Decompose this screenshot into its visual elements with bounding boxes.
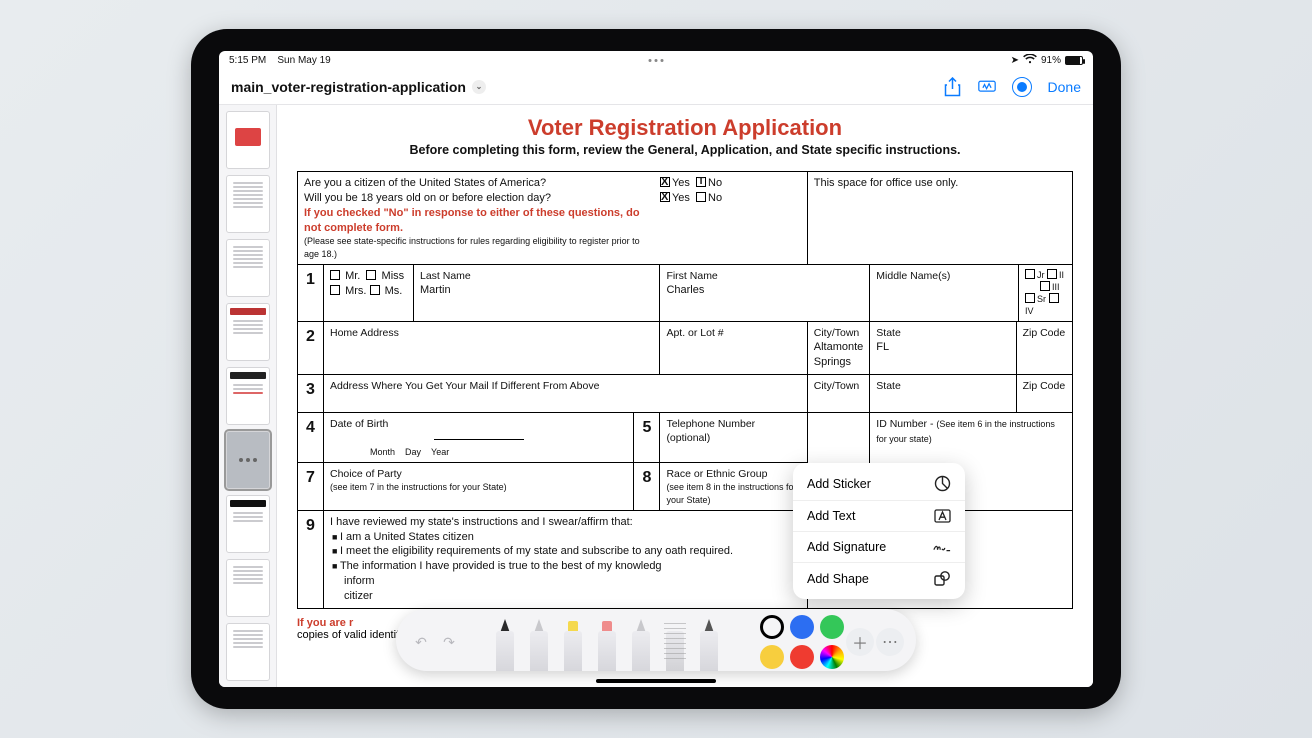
share-icon[interactable] xyxy=(944,78,962,96)
status-date: Sun May 19 xyxy=(277,55,330,66)
highlighter-tool[interactable] xyxy=(559,613,587,671)
row-2: 2 xyxy=(298,322,324,375)
office-use: This space for office use only. xyxy=(814,177,959,189)
last-name-lbl: Last Name xyxy=(420,269,653,283)
add-button[interactable]: ＋ xyxy=(846,628,874,656)
status-left: 5:15 PM Sun May 19 xyxy=(229,55,331,66)
add-signature-item[interactable]: Add Signature xyxy=(793,531,965,562)
ruler-tool[interactable] xyxy=(661,613,689,671)
thumbnail-4[interactable] xyxy=(226,303,270,361)
state-val[interactable]: FL xyxy=(876,340,1009,355)
thumbnail-5[interactable] xyxy=(226,367,270,425)
age-yes-check[interactable] xyxy=(660,192,670,202)
document-canvas[interactable]: Voter Registration Application Before co… xyxy=(277,105,1093,687)
last-name-val[interactable]: Martin xyxy=(420,283,653,298)
row-8: 8 xyxy=(634,463,660,510)
done-button[interactable]: Done xyxy=(1048,79,1081,95)
form-subtitle: Before completing this form, review the … xyxy=(297,143,1073,157)
thumbnail-1[interactable] xyxy=(226,111,270,169)
thumbnail-6-selected[interactable] xyxy=(226,431,270,489)
battery-icon xyxy=(1065,56,1083,65)
age-no-check[interactable] xyxy=(696,192,706,202)
thumbnail-8[interactable] xyxy=(226,559,270,617)
lasso-tool[interactable] xyxy=(627,613,655,671)
drawing-tools xyxy=(464,613,750,671)
location-icon: ➤ xyxy=(1011,55,1019,66)
markup-icon[interactable] xyxy=(978,78,996,96)
document-title[interactable]: main_voter-registration-application xyxy=(231,79,466,95)
status-time: 5:15 PM xyxy=(229,55,266,66)
row-3: 3 xyxy=(298,375,324,413)
ipad-screen: 5:15 PM Sun May 19 ➤ 91% main_voter-regi… xyxy=(219,51,1093,687)
color-blue[interactable] xyxy=(790,615,814,639)
status-right: ➤ 91% xyxy=(1011,54,1083,67)
color-green[interactable] xyxy=(820,615,844,639)
page-thumbnails[interactable] xyxy=(219,105,277,687)
color-black-selected[interactable] xyxy=(760,615,784,639)
warn: If you checked "No" in response to eithe… xyxy=(304,207,640,234)
thumbnail-2[interactable] xyxy=(226,175,270,233)
redo-button[interactable]: ↷ xyxy=(436,629,462,655)
annotate-toggle-icon[interactable] xyxy=(1012,77,1032,97)
add-menu-popover: Add Sticker Add Text Add Signature Add S… xyxy=(793,463,965,599)
pencil-tool[interactable] xyxy=(695,613,723,671)
q-citizen: Are you a citizen of the United States o… xyxy=(304,177,546,189)
row-1: 1 xyxy=(298,264,324,322)
row-4: 4 xyxy=(298,413,324,463)
first-name-lbl: First Name xyxy=(666,269,863,283)
middle-name-lbl: Middle Name(s) xyxy=(876,269,1012,283)
markup-toolbar: ↶ ↷ ＋ ⋯ xyxy=(396,609,916,671)
form-title: Voter Registration Application xyxy=(297,115,1073,141)
home-indicator[interactable] xyxy=(596,679,716,683)
wifi-icon xyxy=(1023,54,1037,67)
add-sticker-item[interactable]: Add Sticker xyxy=(793,467,965,500)
undo-button[interactable]: ↶ xyxy=(408,629,434,655)
signature-icon xyxy=(933,541,951,553)
add-text-item[interactable]: Add Text xyxy=(793,500,965,531)
add-shape-item[interactable]: Add Shape xyxy=(793,562,965,595)
titlebar: main_voter-registration-application ⌄ Do… xyxy=(219,69,1093,105)
citizen-yes-check[interactable] xyxy=(660,177,670,187)
pen-tool[interactable] xyxy=(491,613,519,671)
color-red[interactable] xyxy=(790,645,814,669)
row-5: 5 xyxy=(634,413,660,463)
warn-sub: (Please see state-specific instructions … xyxy=(304,236,640,258)
thumbnail-3[interactable] xyxy=(226,239,270,297)
title-dropdown-icon[interactable]: ⌄ xyxy=(472,80,486,94)
q-age: Will you be 18 years old on or before el… xyxy=(304,192,551,204)
eraser-tool[interactable] xyxy=(593,613,621,671)
multitask-dots[interactable] xyxy=(649,59,664,62)
marker-tool[interactable] xyxy=(525,613,553,671)
thumbnail-9[interactable] xyxy=(226,623,270,681)
citizen-no-check[interactable] xyxy=(696,177,706,187)
more-button[interactable]: ⋯ xyxy=(876,628,904,656)
sticker-icon xyxy=(933,475,951,492)
battery-pct: 91% xyxy=(1041,55,1061,66)
row-9: 9 xyxy=(298,510,324,608)
row-7: 7 xyxy=(298,463,324,510)
first-name-val[interactable]: Charles xyxy=(666,283,863,298)
color-picker[interactable] xyxy=(820,645,844,669)
status-bar: 5:15 PM Sun May 19 ➤ 91% xyxy=(219,51,1093,69)
city-val[interactable]: Altamonte Springs xyxy=(814,340,864,370)
text-icon xyxy=(933,509,951,523)
thumbnail-7[interactable] xyxy=(226,495,270,553)
ipad-frame: 5:15 PM Sun May 19 ➤ 91% main_voter-regi… xyxy=(191,29,1121,709)
color-palette xyxy=(760,615,844,669)
shape-icon xyxy=(933,571,951,587)
color-yellow[interactable] xyxy=(760,645,784,669)
